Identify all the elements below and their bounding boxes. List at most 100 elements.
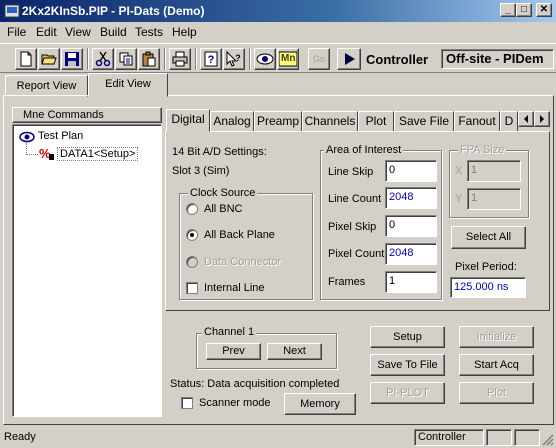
- save-to-file-button[interactable]: Save To File: [370, 354, 445, 376]
- line-skip-input[interactable]: 0: [385, 160, 437, 182]
- maximize-button[interactable]: □: [516, 3, 532, 17]
- tab-analog-label: Analog: [213, 114, 251, 128]
- pixel-skip-input[interactable]: 0: [385, 215, 437, 237]
- tab-save-file-label: Save File: [398, 114, 450, 128]
- help-icon: ?: [204, 51, 218, 67]
- minimize-button[interactable]: _: [500, 3, 516, 17]
- fpa-x-label: X: [455, 165, 463, 177]
- pixel-count-label: Pixel Count: [328, 248, 385, 260]
- go-button[interactable]: Go: [308, 48, 330, 70]
- open-button[interactable]: [38, 48, 60, 70]
- status-controller-label: Controller: [418, 431, 466, 443]
- pixel-period-label: Pixel Period:: [455, 261, 517, 273]
- menu-view[interactable]: View: [65, 25, 91, 39]
- save-button[interactable]: [61, 48, 83, 70]
- radio-all-bnc[interactable]: [186, 203, 198, 215]
- next-button[interactable]: Next: [267, 343, 322, 360]
- menu-help[interactable]: Help: [172, 25, 197, 39]
- tab-preamp[interactable]: Preamp: [254, 111, 302, 132]
- command-tree[interactable]: Test Plan % DATA1<Setup>: [12, 124, 162, 417]
- tree-item-data1-setup[interactable]: DATA1<Setup>: [57, 147, 139, 161]
- prev-button[interactable]: Prev: [206, 343, 261, 360]
- tree-item-test-plan[interactable]: Test Plan: [38, 130, 83, 142]
- tab-save-file[interactable]: Save File: [394, 111, 454, 132]
- tab-analog[interactable]: Analog: [210, 111, 254, 132]
- pi-plot-button[interactable]: PI-PLOT: [370, 382, 445, 404]
- tree-header-label: Mne Commands: [23, 109, 104, 121]
- channel-title: Channel 1: [202, 326, 257, 338]
- tab-channels[interactable]: Channels: [302, 111, 358, 132]
- internal-line-label: Internal Line: [204, 282, 265, 294]
- help-button[interactable]: ?: [200, 48, 222, 70]
- select-all-button[interactable]: Select All: [451, 226, 526, 249]
- window-title: 2Kx2KInSb.PIP - PI-Dats (Demo): [22, 4, 205, 18]
- close-button[interactable]: ✕: [536, 3, 552, 17]
- view-eye-icon: [256, 53, 274, 65]
- scanner-mode-checkbox[interactable]: [181, 397, 193, 409]
- fpa-y-input[interactable]: 1: [467, 188, 521, 210]
- initialize-button[interactable]: Initialize: [459, 326, 534, 348]
- fpa-x-input[interactable]: 1: [467, 160, 521, 182]
- scanner-mode-label: Scanner mode: [199, 397, 271, 409]
- tab-scroll-right[interactable]: [534, 111, 550, 127]
- tab-edit-view[interactable]: Edit View: [88, 73, 168, 97]
- menu-edit[interactable]: Edit: [36, 25, 57, 39]
- line-skip-label: Line Skip: [328, 166, 374, 178]
- tab-scroll-left[interactable]: [518, 111, 534, 127]
- start-acq-button[interactable]: Start Acq: [459, 354, 534, 376]
- clock-source-title: Clock Source: [188, 187, 258, 199]
- mn-button[interactable]: Mn: [277, 48, 299, 70]
- run-button[interactable]: [337, 48, 361, 70]
- tab-report-view[interactable]: Report View: [5, 75, 88, 97]
- setup-button[interactable]: Setup: [370, 326, 445, 348]
- radio-data-connector[interactable]: [186, 256, 198, 268]
- status-controller-pane: Controller: [414, 429, 484, 446]
- status-bar: Ready Controller: [0, 428, 556, 448]
- pixel-period-input[interactable]: 125.000 ns: [450, 277, 526, 298]
- context-help-button[interactable]: ?: [223, 48, 245, 70]
- location-box: Off-site - PIDem: [441, 49, 554, 69]
- cut-button[interactable]: [92, 48, 114, 70]
- frames-input[interactable]: 1: [385, 271, 437, 293]
- pixel-count-input[interactable]: 2048: [385, 243, 437, 265]
- view-button[interactable]: [254, 48, 276, 70]
- tab-d-label: D: [504, 114, 514, 128]
- radio-all-back-plane[interactable]: [186, 229, 198, 241]
- eye-icon: [19, 131, 35, 143]
- new-file-icon: [20, 51, 32, 67]
- svg-text:?: ?: [208, 54, 215, 66]
- tab-channels-label: Channels: [304, 114, 356, 128]
- all-bnc-label: All BNC: [204, 203, 243, 215]
- plot-button[interactable]: Plot: [459, 382, 534, 404]
- line-count-input[interactable]: 2048: [385, 187, 437, 209]
- memory-button[interactable]: Memory: [284, 393, 356, 415]
- go-label: Go: [312, 54, 325, 64]
- new-file-button[interactable]: [15, 48, 37, 70]
- tab-fanout[interactable]: Fanout: [454, 111, 500, 132]
- tree-header[interactable]: Mne Commands: [12, 107, 162, 123]
- resize-grip-icon[interactable]: [541, 433, 554, 446]
- copy-button[interactable]: [115, 48, 137, 70]
- menu-file[interactable]: File: [7, 25, 26, 39]
- internal-line-checkbox[interactable]: [186, 282, 198, 294]
- menu-bar: File Edit View Build Tests Help: [0, 22, 556, 41]
- tab-plot[interactable]: Plot: [358, 111, 394, 132]
- play-icon: [345, 53, 355, 65]
- tab-digital[interactable]: Digital: [166, 109, 210, 132]
- tab-d[interactable]: D: [500, 111, 518, 132]
- tab-plot-label: Plot: [365, 114, 387, 128]
- context-help-icon: ?: [226, 51, 241, 67]
- print-button[interactable]: [169, 48, 191, 70]
- fpa-y-label: Y: [455, 193, 463, 205]
- menu-tests[interactable]: Tests: [135, 25, 163, 39]
- menu-build[interactable]: Build: [100, 25, 127, 39]
- area-of-interest-title: Area of Interest: [324, 144, 404, 156]
- paste-button[interactable]: [138, 48, 160, 70]
- status-ready: Ready: [4, 431, 36, 443]
- location-text: Off-site - PIDem: [446, 51, 544, 66]
- paste-icon: [142, 51, 156, 67]
- arrow-left-icon: [524, 115, 528, 123]
- status-text: Status: Data acquisition completed: [170, 378, 340, 390]
- arrow-right-icon: [540, 115, 544, 123]
- title-bar[interactable]: 2Kx2KInSb.PIP - PI-Dats (Demo) _ □ ✕: [0, 0, 556, 22]
